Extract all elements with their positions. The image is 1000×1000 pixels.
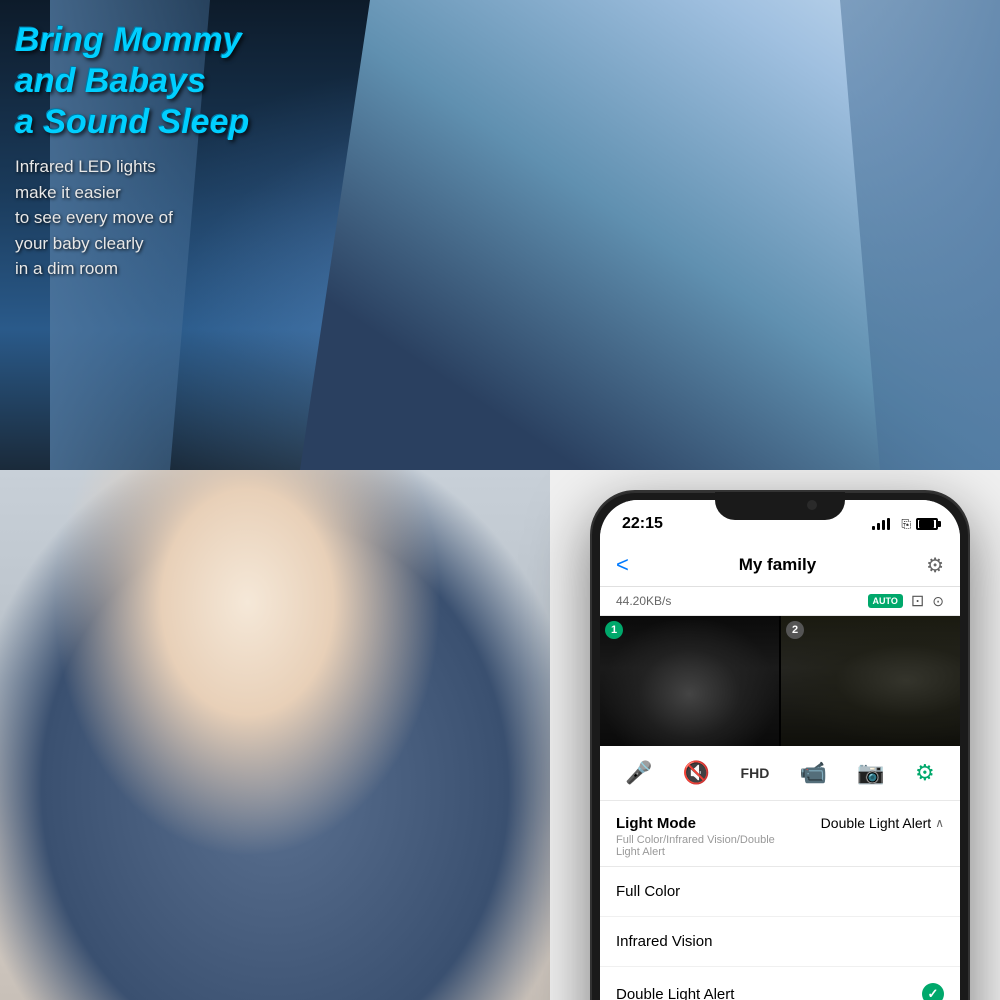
option-double-light-alert-label: Double Light Alert — [616, 986, 734, 1000]
feed-1-number: 1 — [605, 621, 623, 639]
front-camera-dot — [807, 500, 817, 510]
signal-bars-icon — [872, 518, 890, 530]
signal-bar-3 — [882, 520, 885, 530]
subtext: Infrared LED lightsmake it easierto see … — [15, 154, 305, 282]
camera-feed-2[interactable]: 2 — [781, 616, 960, 746]
signal-bar-4 — [887, 518, 890, 530]
signal-bar-2 — [877, 523, 880, 530]
top-section: Bring Mommyand Babaysa Sound Sleep Infra… — [0, 0, 1000, 470]
feed-2-number: 2 — [786, 621, 804, 639]
controls-row: 🎤 🔇 FHD 📹 📷 ⚙ — [600, 746, 960, 801]
quality-selector[interactable]: FHD — [741, 765, 770, 781]
speed-text: 44.20KB/s — [616, 594, 671, 608]
bottom-section: 22:15 ⎘ — [0, 470, 1000, 1000]
video-icon[interactable]: 📹 — [800, 760, 827, 786]
phone-body: 22:15 ⎘ — [590, 490, 970, 1000]
speaker-mute-icon[interactable]: 🔇 — [683, 760, 710, 786]
selected-check-icon — [922, 983, 944, 1000]
layout-icon[interactable]: ⊡ — [911, 591, 924, 611]
camera-feeds: 1 2 — [600, 616, 960, 746]
light-mode-header: Light Mode Full Color/Infrared Vision/Do… — [616, 815, 944, 858]
battery-fill — [919, 520, 934, 528]
options-list: Full Color Infrared Vision Double Light … — [600, 867, 960, 1000]
chevron-up-icon: ∧ — [935, 816, 944, 830]
status-time: 22:15 — [622, 515, 663, 533]
camera-feed-1[interactable]: 1 — [600, 616, 779, 746]
light-mode-title: Light Mode — [616, 815, 775, 832]
toolbar-icons: AUTO ⊡ ⊙ — [868, 591, 944, 611]
option-infrared-vision-label: Infrared Vision — [616, 933, 712, 950]
option-infrared-vision[interactable]: Infrared Vision — [600, 917, 960, 967]
option-full-color[interactable]: Full Color — [600, 867, 960, 917]
light-mode-current-value[interactable]: Double Light Alert ∧ — [821, 815, 944, 831]
feed-room-overlay — [781, 616, 960, 746]
woman-photo — [0, 470, 550, 1000]
back-button[interactable]: < — [616, 552, 629, 578]
light-mode-section: Light Mode Full Color/Infrared Vision/Do… — [600, 801, 960, 867]
auto-badge[interactable]: AUTO — [868, 594, 903, 608]
speed-bar: 44.20KB/s AUTO ⊡ ⊙ — [600, 587, 960, 616]
headline: Bring Mommyand Babaysa Sound Sleep — [15, 20, 305, 142]
mic-icon[interactable]: 🎤 — [625, 760, 652, 786]
light-mode-value-text: Double Light Alert — [821, 815, 932, 831]
phone-wrapper: 22:15 ⎘ — [590, 490, 970, 1000]
settings-icon[interactable]: ⚙ — [926, 553, 944, 578]
top-text-overlay: Bring Mommyand Babaysa Sound Sleep Infra… — [15, 20, 305, 282]
main-container: Bring Mommyand Babaysa Sound Sleep Infra… — [0, 0, 1000, 1000]
photo-icon[interactable]: 📷 — [857, 760, 884, 786]
light-mode-subtitle: Full Color/Infrared Vision/DoubleLight A… — [616, 834, 775, 858]
settings-wheel-icon[interactable]: ⚙ — [915, 760, 935, 786]
wifi-indicator-icon: ⊙ — [932, 593, 944, 610]
phone-screen: 22:15 ⎘ — [600, 500, 960, 1000]
light-mode-label-group: Light Mode Full Color/Infrared Vision/Do… — [616, 815, 775, 858]
woman-figure — [0, 470, 550, 1000]
option-full-color-label: Full Color — [616, 883, 680, 900]
nav-bar: < My family ⚙ — [600, 544, 960, 587]
option-double-light-alert[interactable]: Double Light Alert — [600, 967, 960, 1000]
signal-bar-1 — [872, 526, 875, 530]
status-icons: ⎘ — [872, 517, 938, 532]
battery-icon — [916, 518, 938, 530]
feed-baby-overlay — [600, 616, 779, 746]
nav-title: My family — [739, 555, 816, 575]
wifi-icon: ⎘ — [895, 517, 911, 532]
phone-notch — [715, 492, 845, 520]
